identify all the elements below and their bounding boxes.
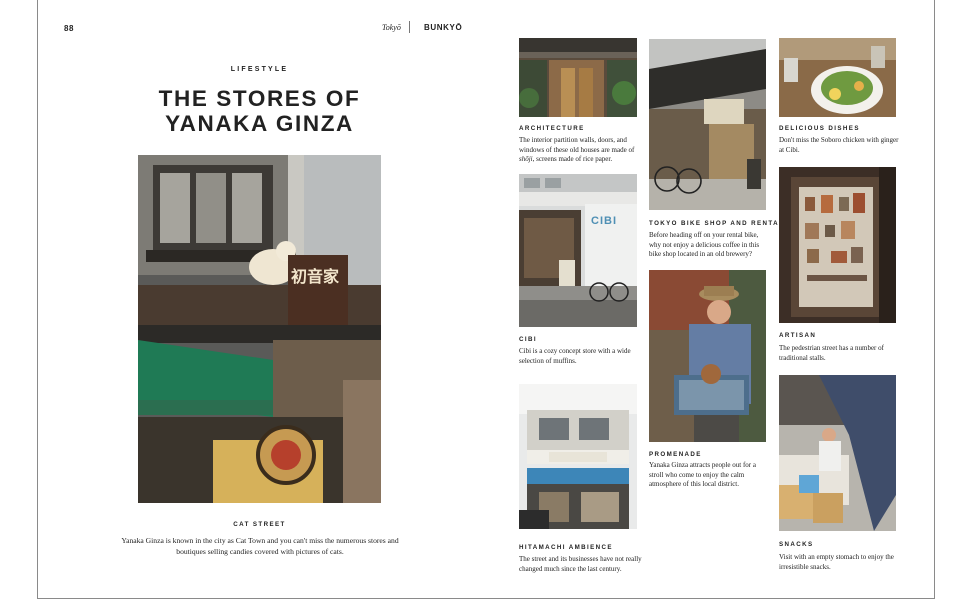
hitamachi-illustration	[519, 384, 637, 529]
cibi-caption-title: CIBI	[519, 336, 537, 343]
promenade-caption-text: Yanaka Ginza attracts people out for a s…	[649, 461, 756, 488]
promenade-caption-title: PROMENADE	[649, 451, 702, 458]
artisan-caption-text: The pedestrian street has a number of tr…	[779, 344, 884, 362]
artisan-caption-title: ARTISAN	[779, 332, 817, 339]
cat-street-illustration	[138, 155, 381, 503]
running-head-area: BUNKYŌ	[424, 23, 463, 32]
snacks-caption-title: SNACKS	[779, 541, 814, 548]
hitamachi-caption-text: The street and its businesses have not r…	[519, 555, 642, 573]
cat-street-photo: 初音家	[138, 155, 381, 503]
hitamachi-caption-title: HITAMACHI AMBIENCE	[519, 544, 613, 551]
bike-shop-photo	[649, 39, 766, 210]
cibi-photo: CIBI	[519, 174, 637, 327]
delicious-dishes-photo	[779, 38, 896, 117]
bike-shop-illustration	[649, 39, 766, 210]
hitamachi-photo	[519, 384, 637, 529]
artisan-illustration	[779, 167, 896, 323]
delicious-dishes-caption-text: Don't miss the Soboro chicken with ginge…	[779, 136, 899, 154]
artisan-photo	[779, 167, 896, 323]
cibi-sign: CIBI	[591, 215, 617, 227]
article-title-line-2: YANAKA GINZA	[165, 111, 354, 136]
architecture-caption-text: The interior partition walls, doors, and…	[519, 136, 635, 163]
cibi-illustration	[519, 174, 637, 327]
delicious-dishes-caption-title: DELICIOUS DISHES	[779, 125, 860, 132]
page-number: 88	[64, 24, 74, 33]
architecture-illustration	[519, 38, 637, 117]
running-head-separator	[409, 21, 410, 33]
bike-shop-caption-title: TOKYO BIKE SHOP AND RENTAL	[649, 220, 785, 227]
snacks-photo	[779, 375, 896, 531]
delicious-dishes-illustration	[779, 38, 896, 117]
section-kicker: LIFESTYLE	[230, 66, 289, 73]
cat-street-caption-title: CAT STREET	[233, 521, 286, 528]
shop-sign-text: 初音家	[290, 269, 339, 286]
promenade-photo	[649, 270, 766, 442]
snacks-illustration	[779, 375, 896, 531]
article-title-line-1: THE STORES OF	[158, 86, 361, 111]
article-title: THE STORES OF YANAKA GINZA	[100, 86, 419, 136]
architecture-caption-title: ARCHITECTURE	[519, 125, 585, 132]
cat-street-caption-text: Yanaka Ginza is known in the city as Cat…	[121, 536, 399, 556]
bike-shop-caption-text: Before heading off on your rental bike, …	[649, 231, 760, 258]
promenade-illustration	[649, 270, 766, 442]
snacks-caption-text: Visit with an empty stomach to enjoy the…	[779, 553, 894, 571]
cibi-caption-text: Cibi is a cozy concept store with a wide…	[519, 347, 631, 365]
architecture-photo	[519, 38, 637, 117]
running-head-city: Tokyō	[382, 23, 401, 32]
